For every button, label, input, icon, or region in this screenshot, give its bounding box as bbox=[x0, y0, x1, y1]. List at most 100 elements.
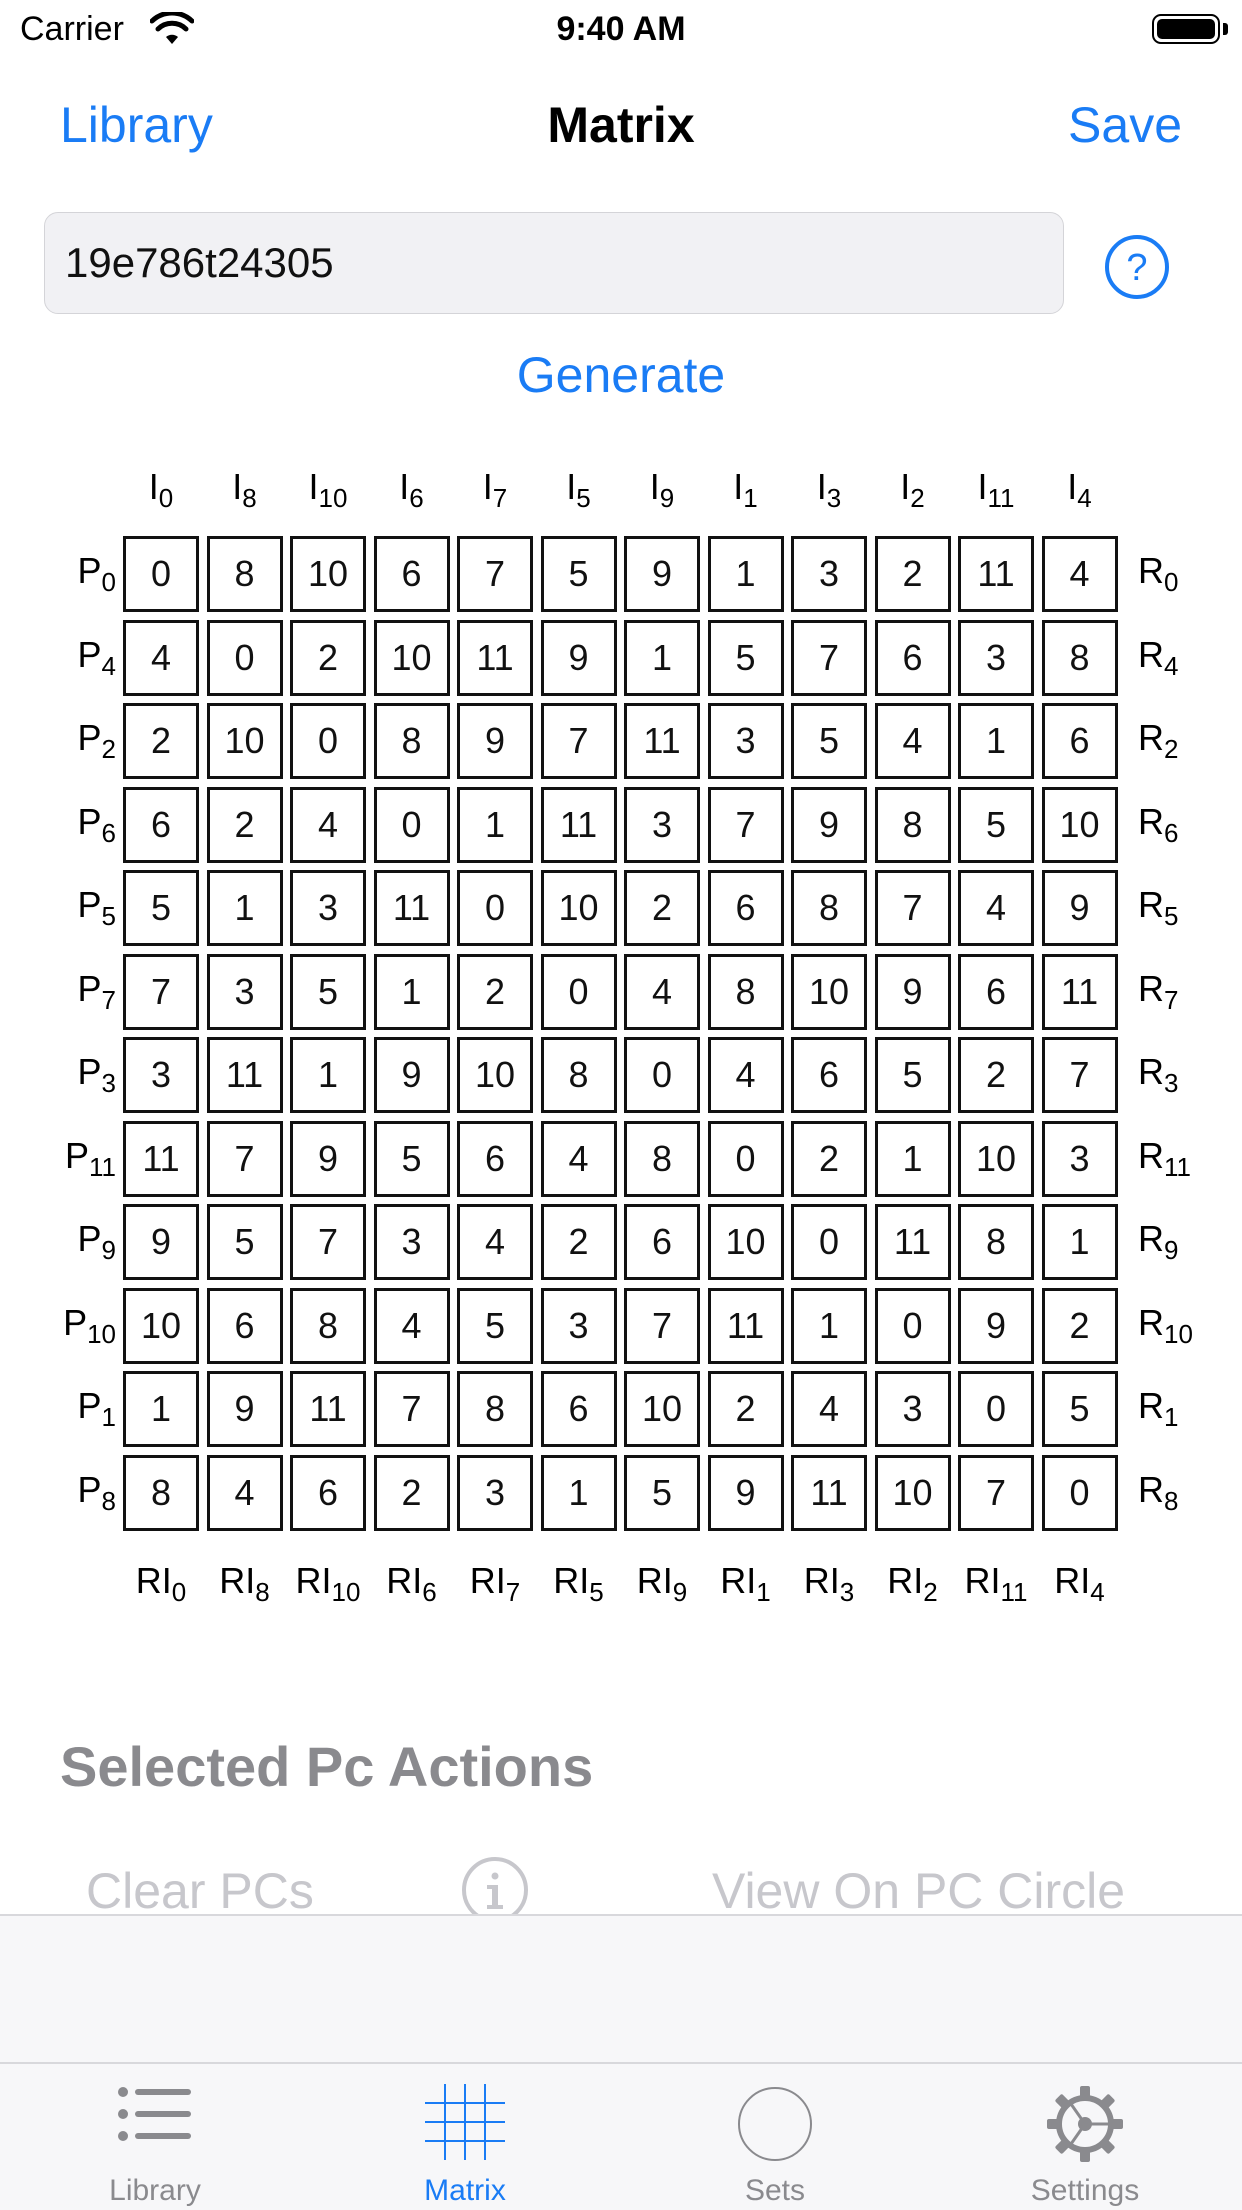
matrix-cell[interactable]: 10 bbox=[373, 619, 450, 696]
matrix-cell[interactable]: 0 bbox=[958, 1371, 1034, 1447]
matrix-cell[interactable]: 10 bbox=[791, 953, 867, 1030]
matrix-cell[interactable]: 11 bbox=[123, 1120, 199, 1197]
matrix-cell[interactable]: 7 bbox=[290, 1204, 366, 1280]
matrix-cell[interactable]: 2 bbox=[540, 1204, 617, 1280]
matrix-cell[interactable]: 6 bbox=[123, 786, 199, 863]
matrix-cell[interactable]: 2 bbox=[123, 703, 199, 779]
matrix-cell[interactable]: 5 bbox=[457, 1287, 533, 1364]
matrix-cell[interactable]: 6 bbox=[290, 1454, 366, 1531]
matrix-cell[interactable]: 10 bbox=[624, 1371, 700, 1447]
matrix-cell[interactable]: 6 bbox=[373, 536, 450, 612]
matrix-cell[interactable]: 11 bbox=[874, 1204, 951, 1280]
matrix-cell[interactable]: 1 bbox=[874, 1120, 951, 1197]
matrix-cell[interactable]: 7 bbox=[958, 1454, 1034, 1531]
matrix-cell[interactable]: 4 bbox=[540, 1120, 617, 1197]
matrix-cell[interactable]: 1 bbox=[624, 619, 700, 696]
matrix-cell[interactable]: 8 bbox=[958, 1204, 1034, 1280]
matrix-cell[interactable]: 7 bbox=[540, 703, 617, 779]
matrix-cell[interactable]: 0 bbox=[457, 870, 533, 946]
matrix-cell[interactable]: 11 bbox=[791, 1454, 867, 1531]
matrix-cell[interactable]: 0 bbox=[206, 619, 283, 696]
matrix-cell[interactable]: 6 bbox=[1041, 703, 1118, 779]
tab-library[interactable]: Library bbox=[0, 2064, 310, 2210]
matrix-cell[interactable]: 10 bbox=[206, 703, 283, 779]
tab-matrix[interactable]: Matrix bbox=[310, 2064, 620, 2210]
matrix-cell[interactable]: 2 bbox=[1041, 1287, 1118, 1364]
matrix-cell[interactable]: 11 bbox=[540, 786, 617, 863]
matrix-cell[interactable]: 6 bbox=[624, 1204, 700, 1280]
matrix-cell[interactable]: 0 bbox=[791, 1204, 867, 1280]
matrix-cell[interactable]: 9 bbox=[206, 1371, 283, 1447]
matrix-cell[interactable]: 5 bbox=[707, 619, 784, 696]
matrix-cell[interactable]: 9 bbox=[290, 1120, 366, 1197]
matrix-cell[interactable]: 8 bbox=[123, 1454, 199, 1531]
matrix-cell[interactable]: 11 bbox=[373, 870, 450, 946]
matrix-cell[interactable]: 3 bbox=[1041, 1120, 1118, 1197]
matrix-cell[interactable]: 2 bbox=[290, 619, 366, 696]
matrix-cell[interactable]: 1 bbox=[958, 703, 1034, 779]
matrix-cell[interactable]: 5 bbox=[290, 953, 366, 1030]
matrix-cell[interactable]: 0 bbox=[373, 786, 450, 863]
matrix-cell[interactable]: 6 bbox=[874, 619, 951, 696]
matrix-cell[interactable]: 10 bbox=[874, 1454, 951, 1531]
clear-pcs-button[interactable]: Clear PCs bbox=[86, 1862, 314, 1920]
matrix-cell[interactable]: 1 bbox=[791, 1287, 867, 1364]
matrix-cell[interactable]: 3 bbox=[791, 536, 867, 612]
matrix-cell[interactable]: 7 bbox=[373, 1371, 450, 1447]
matrix-cell[interactable]: 9 bbox=[791, 786, 867, 863]
matrix-cell[interactable]: 11 bbox=[707, 1287, 784, 1364]
matrix-cell[interactable]: 7 bbox=[1041, 1037, 1118, 1113]
matrix-cell[interactable]: 8 bbox=[206, 536, 283, 612]
matrix-cell[interactable]: 8 bbox=[624, 1120, 700, 1197]
matrix-cell[interactable]: 1 bbox=[206, 870, 283, 946]
matrix-cell[interactable]: 11 bbox=[1041, 953, 1118, 1030]
matrix-cell[interactable]: 10 bbox=[958, 1120, 1034, 1197]
matrix-cell[interactable]: 0 bbox=[624, 1037, 700, 1113]
matrix-cell[interactable]: 4 bbox=[707, 1037, 784, 1113]
matrix-cell[interactable]: 11 bbox=[624, 703, 700, 779]
tab-settings[interactable]: Settings bbox=[930, 2064, 1240, 2210]
matrix-cell[interactable]: 10 bbox=[707, 1204, 784, 1280]
matrix-cell[interactable]: 9 bbox=[1041, 870, 1118, 946]
matrix-cell[interactable]: 8 bbox=[874, 786, 951, 863]
matrix-cell[interactable]: 2 bbox=[624, 870, 700, 946]
matrix-cell[interactable]: 1 bbox=[707, 536, 784, 612]
matrix-cell[interactable]: 8 bbox=[1041, 619, 1118, 696]
matrix-cell[interactable]: 6 bbox=[791, 1037, 867, 1113]
matrix-cell[interactable]: 9 bbox=[874, 953, 951, 1030]
matrix-cell[interactable]: 3 bbox=[457, 1454, 533, 1531]
matrix-cell[interactable]: 8 bbox=[791, 870, 867, 946]
matrix-cell[interactable]: 5 bbox=[874, 1037, 951, 1113]
matrix-cell[interactable]: 1 bbox=[123, 1371, 199, 1447]
matrix-cell[interactable]: 2 bbox=[958, 1037, 1034, 1113]
matrix-cell[interactable]: 9 bbox=[707, 1454, 784, 1531]
matrix-cell[interactable]: 8 bbox=[540, 1037, 617, 1113]
matrix-cell[interactable]: 8 bbox=[707, 953, 784, 1030]
matrix-cell[interactable]: 8 bbox=[290, 1287, 366, 1364]
matrix-cell[interactable]: 9 bbox=[958, 1287, 1034, 1364]
matrix-cell[interactable]: 5 bbox=[373, 1120, 450, 1197]
matrix-cell[interactable]: 2 bbox=[874, 536, 951, 612]
matrix-cell[interactable]: 3 bbox=[707, 703, 784, 779]
tab-sets[interactable]: Sets bbox=[620, 2064, 930, 2210]
matrix-cell[interactable]: 10 bbox=[1041, 786, 1118, 863]
matrix-cell[interactable]: 4 bbox=[457, 1204, 533, 1280]
matrix-cell[interactable]: 1 bbox=[290, 1037, 366, 1113]
matrix-cell[interactable]: 4 bbox=[123, 619, 199, 696]
matrix-cell[interactable]: 7 bbox=[624, 1287, 700, 1364]
matrix-cell[interactable]: 1 bbox=[540, 1454, 617, 1531]
matrix-cell[interactable]: 1 bbox=[457, 786, 533, 863]
matrix-cell[interactable]: 8 bbox=[457, 1371, 533, 1447]
matrix-cell[interactable]: 7 bbox=[874, 870, 951, 946]
matrix-cell[interactable]: 2 bbox=[457, 953, 533, 1030]
matrix-cell[interactable]: 3 bbox=[874, 1371, 951, 1447]
matrix-cell[interactable]: 9 bbox=[123, 1204, 199, 1280]
matrix-cell[interactable]: 2 bbox=[707, 1371, 784, 1447]
matrix-cell[interactable]: 0 bbox=[707, 1120, 784, 1197]
matrix-cell[interactable]: 4 bbox=[290, 786, 366, 863]
matrix-cell[interactable]: 7 bbox=[457, 536, 533, 612]
matrix-cell[interactable]: 5 bbox=[206, 1204, 283, 1280]
matrix-cell[interactable]: 0 bbox=[874, 1287, 951, 1364]
matrix-cell[interactable]: 9 bbox=[373, 1037, 450, 1113]
matrix-cell[interactable]: 4 bbox=[958, 870, 1034, 946]
